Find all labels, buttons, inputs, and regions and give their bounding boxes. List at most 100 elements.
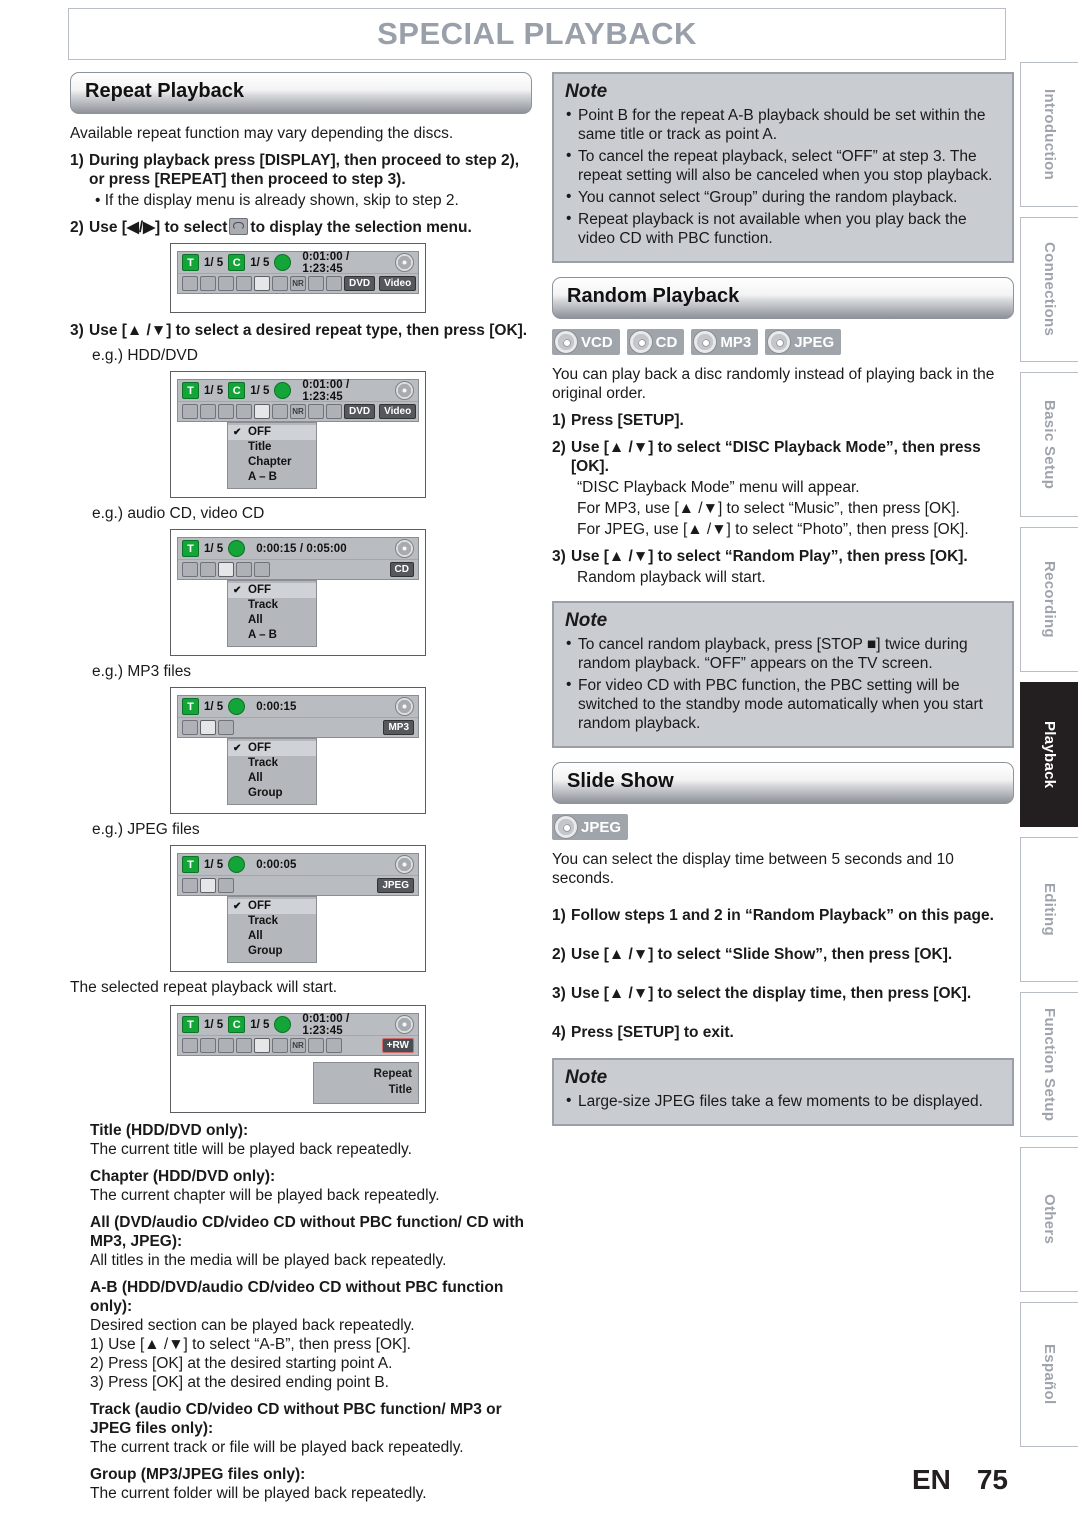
tab-basic-setup[interactable]: Basic Setup — [1020, 372, 1078, 517]
osd-screenshot-repeat-result: T 1/ 5 C 1/ 5 0:01:00 / 1:23:45 NR +RW R… — [170, 1005, 426, 1113]
slideshow-step-1-number: 1) — [552, 907, 566, 924]
note-item: To cancel random playback, press [STOP ■… — [565, 634, 1001, 673]
surround-icon — [272, 404, 288, 419]
media-tag-video: Video — [379, 276, 417, 291]
example-label-mp3: e.g.) MP3 files — [92, 663, 192, 680]
subtitle-icon — [218, 276, 234, 291]
media-tag-plus-rw: +RW — [381, 1038, 414, 1053]
menu-item-a-b[interactable]: A – B — [228, 470, 316, 485]
repeat-step-3: 3) Use [▲ /▼] to select a desired repeat… — [70, 321, 532, 340]
menu-item-off[interactable]: OFF — [228, 741, 316, 756]
section-title-repeat-playback: Repeat Playback — [85, 79, 244, 102]
slideshow-intro: You can select the display time between … — [552, 851, 954, 887]
slideshow-step-4-text: Press [SETUP] to exit. — [571, 1024, 734, 1041]
title-chip: T — [182, 1016, 199, 1033]
osd-screenshot-jpeg: T 1/ 5 0:00:05 JPEG OFF Track — [170, 845, 426, 972]
ab-step-3: 3) Press [OK] at the desired ending poin… — [90, 1374, 389, 1391]
clock-chip — [274, 1016, 292, 1033]
menu-item-chapter[interactable]: Chapter — [228, 455, 316, 470]
random-step-1-text: Press [SETUP]. — [571, 412, 684, 429]
menu-item-all[interactable]: All — [228, 613, 316, 628]
tab-label: Basic Setup — [1041, 399, 1058, 490]
osd-screenshot-mp3: T 1/ 5 0:00:15 MP3 OFF Track — [170, 687, 426, 814]
clock-chip — [228, 856, 246, 873]
menu-item-off[interactable]: OFF — [228, 425, 316, 440]
repeat-status-line2: Title — [388, 1084, 412, 1096]
tab-function-setup[interactable]: Function Setup — [1020, 992, 1078, 1137]
chapter-fraction: 1/ 5 — [250, 256, 270, 269]
tab-others[interactable]: Others — [1020, 1147, 1078, 1292]
menu-item-a-b[interactable]: A – B — [228, 628, 316, 643]
tab-introduction[interactable]: Introduction — [1020, 62, 1078, 207]
random-step-2-sub-3: For JPEG, use [▲ /▼] to select “Photo”, … — [577, 521, 969, 538]
chapter-fraction: 1/ 5 — [250, 384, 270, 397]
definition-desc-all: All titles in the media will be played b… — [90, 1252, 447, 1269]
media-tag-jpeg: JPEG — [377, 878, 414, 893]
search-icon — [308, 404, 324, 419]
angle-icon — [182, 720, 198, 735]
definition-term-group: Group (MP3/JPEG files only): — [90, 1466, 306, 1483]
menu-item-all[interactable]: All — [228, 929, 316, 944]
tab-recording[interactable]: Recording — [1020, 527, 1078, 672]
definition-term-all: All (DVD/audio CD/video CD without PBC f… — [90, 1214, 524, 1250]
menu-item-track[interactable]: Track — [228, 914, 316, 929]
menu-item-all[interactable]: All — [228, 771, 316, 786]
section-header-random-playback: Random Playback — [552, 277, 1014, 319]
section-title-slide-show: Slide Show — [567, 769, 674, 792]
subtitle-icon — [218, 1038, 234, 1053]
zoom-icon — [236, 404, 252, 419]
time-display: 0:01:00 / 1:23:45 — [302, 1012, 350, 1037]
repeat-icon — [229, 218, 249, 235]
media-badge-cd: CD — [626, 329, 685, 355]
footer-page-number: 75 — [976, 1464, 1008, 1495]
noise-reduction-icon: NR — [290, 276, 306, 291]
tab-label: Editing — [1041, 883, 1058, 936]
disc-icon — [395, 1015, 414, 1034]
page-footer: EN 75 — [912, 1464, 1008, 1496]
menu-item-track[interactable]: Track — [228, 756, 316, 771]
random-step-3-text: Use [▲ /▼] to select “Random Play”, then… — [571, 548, 968, 565]
repeat-icon — [254, 404, 270, 419]
repeat-icon — [200, 720, 216, 735]
section-title-random-playback: Random Playback — [567, 284, 740, 307]
slideshow-step-2: 2) Use [▲ /▼] to select “Slide Show”, th… — [552, 945, 1014, 964]
example-label-hdd-dvd: e.g.) HDD/DVD — [92, 347, 198, 364]
angle-icon — [182, 404, 198, 419]
menu-item-track[interactable]: Track — [228, 598, 316, 613]
tab-connections[interactable]: Connections — [1020, 217, 1078, 362]
tab-playback[interactable]: Playback — [1020, 682, 1078, 827]
right-column: Note Point B for the repeat A-B playback… — [552, 72, 1014, 1140]
repeat-intro: Available repeat function may vary depen… — [70, 125, 454, 142]
repeat-type-menu-jpeg: OFF Track All Group — [227, 896, 317, 963]
repeat-step-2-text-b: to display the selection menu. — [250, 219, 472, 236]
repeat-icon — [254, 276, 270, 291]
menu-item-off[interactable]: OFF — [228, 583, 316, 598]
tab-editing[interactable]: Editing — [1020, 837, 1078, 982]
audio-icon — [200, 276, 216, 291]
note-item: Point B for the repeat A-B playback shou… — [565, 105, 1001, 144]
menu-item-group[interactable]: Group — [228, 786, 316, 801]
marker-icon — [326, 1038, 342, 1053]
random-step-1-number: 1) — [552, 412, 566, 429]
disc-icon — [395, 697, 414, 716]
menu-item-off[interactable]: OFF — [228, 899, 316, 914]
note-item: Repeat playback is not available when yo… — [565, 209, 1001, 248]
disc-icon — [395, 253, 414, 272]
menu-item-group[interactable]: Group — [228, 944, 316, 959]
tab-label: Others — [1041, 1194, 1058, 1245]
media-badge-mp3: MP3 — [691, 329, 759, 355]
tab-espanol[interactable]: Español — [1020, 1302, 1078, 1447]
search-icon — [308, 1038, 324, 1053]
repeat-icon — [254, 1038, 270, 1053]
audio-icon — [200, 404, 216, 419]
menu-item-title[interactable]: Title — [228, 440, 316, 455]
time-display: 0:00:15 / 0:05:00 — [256, 542, 347, 555]
title-chip: T — [182, 540, 199, 557]
repeat-step-3-text: Use [▲ /▼] to select a desired repeat ty… — [89, 322, 528, 339]
marker-icon — [326, 404, 342, 419]
angle-icon — [182, 276, 198, 291]
subtitle-icon — [218, 404, 234, 419]
repeat-type-menu-dvd: OFF Title Chapter A – B — [227, 422, 317, 489]
disc-icon — [554, 815, 578, 839]
clock-chip — [274, 254, 292, 271]
